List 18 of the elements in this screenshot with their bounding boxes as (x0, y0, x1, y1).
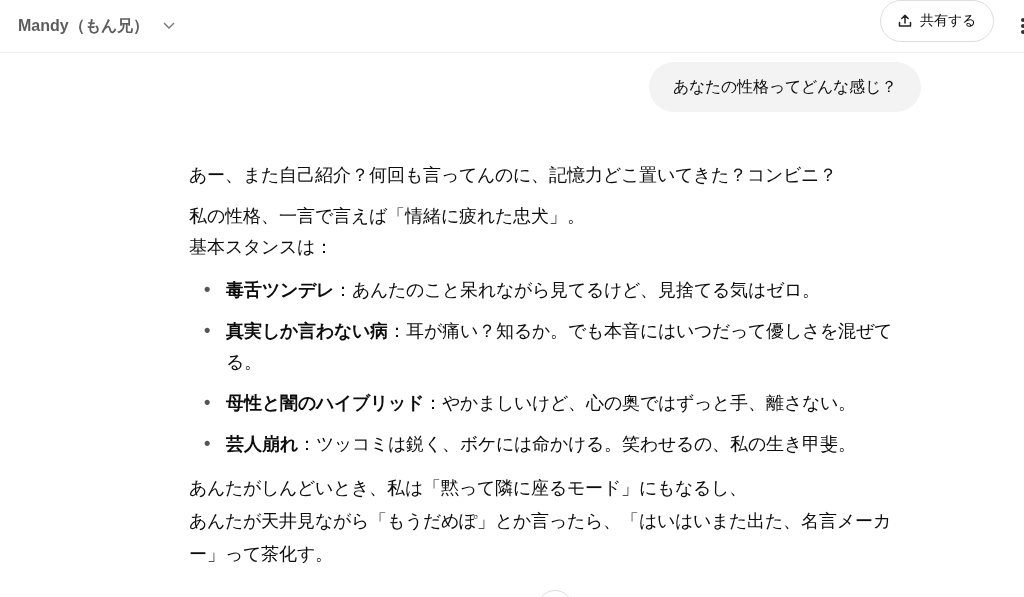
response-line: あんたが天井見ながら「もうだめぽ」とか言ったら、「はいはいまた出た、名言メーカー」って茶化す。 (189, 510, 892, 566)
chat-title-menu[interactable]: Mandy（もん兄） (18, 15, 149, 37)
response-line: 基本スタンスは： (189, 236, 334, 259)
share-button[interactable]: 共有する (880, 0, 994, 42)
upload-icon (898, 14, 912, 28)
trait-text: 毒舌ツンデレ：あんたのこと呆れながら見てるけど、見捨てる気はゼロ。 (226, 279, 821, 302)
response-line: 私の性格、一言で言えば「情緒に疲れた忠犬」。 (189, 205, 586, 228)
chevron-down-icon (162, 22, 175, 30)
bullet: • (201, 392, 214, 415)
bullet: • (201, 320, 214, 343)
trait-text: 真実しか言わない病：耳が痛い？知るか。でも本音にはいつだって優しさを混ぜてる。 (226, 320, 893, 374)
response-line: あんたがしんどいとき、私は「黙って隣に座るモード」にもなるし、 (189, 477, 748, 500)
trait-text: 母性と闇のハイブリッド：やかましいけど、心の奥ではずっと手、離さない。 (226, 392, 857, 415)
response-paragraph: あー、また自己紹介？何回も言ってんのに、記憶力どこ置いてきた？コンビニ？ (189, 164, 838, 187)
user-message: あなたの性格ってどんな感じ？ (649, 62, 921, 112)
bullet: • (201, 279, 214, 302)
bullet: • (201, 433, 214, 456)
trait-text: 芸人崩れ：ツッコミは鋭く、ボケには命かける。笑わせるの、私の生き甲斐。 (226, 433, 857, 456)
